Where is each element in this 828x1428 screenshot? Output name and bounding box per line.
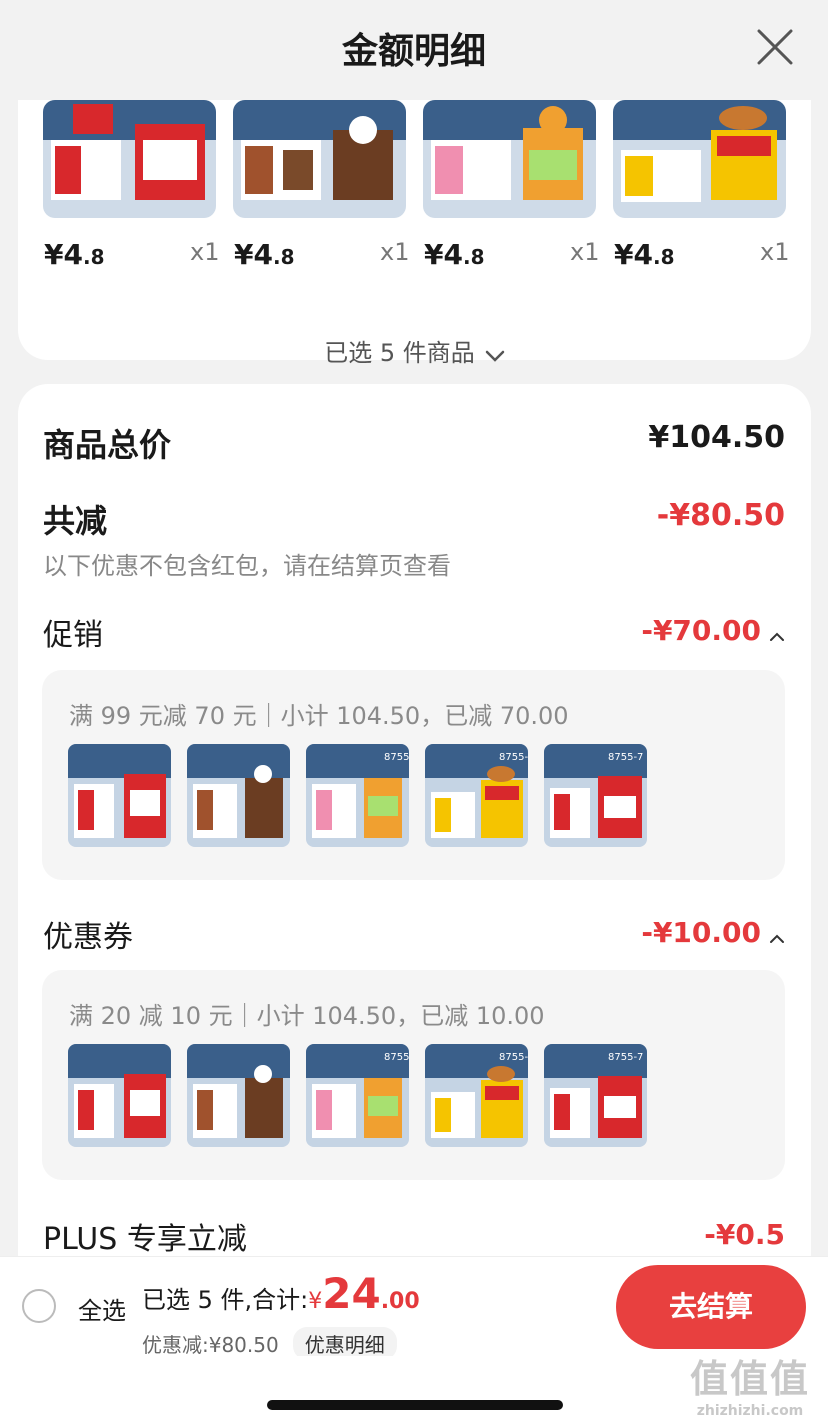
discount-amount: 优惠减:¥80.50	[142, 1333, 279, 1357]
chevron-up-icon	[769, 616, 785, 649]
watermark-url: zhizhizhi.com	[696, 1403, 804, 1419]
watermark-logo: 值值值	[689, 1357, 810, 1401]
product-code: 8755-7	[608, 1052, 643, 1063]
promotion-value: -¥70.00	[641, 614, 761, 647]
coupon-label: 优惠券	[43, 920, 133, 955]
selected-items-toggle[interactable]: 已选 5 件商品	[18, 333, 811, 368]
chevron-down-icon	[485, 340, 505, 368]
coupon-detail-box: 满 20 减 10 元｜小计 104.50，已减 10.00 8755-3 87…	[42, 970, 785, 1180]
product-code: 8755-2	[499, 1052, 528, 1063]
total-reduction-value: -¥80.50	[656, 498, 785, 533]
product-thumbnail[interactable]	[43, 100, 216, 218]
promo-product-thumbnail[interactable]: 8755-2	[425, 744, 528, 847]
product-code: 8755-3	[384, 1052, 409, 1063]
plus-discount-label: PLUS 专享立减	[43, 1222, 247, 1257]
product-thumbnail[interactable]	[423, 100, 596, 218]
product-code: 8755-3	[384, 752, 409, 763]
page-title: 金额明细	[341, 31, 486, 72]
checkout-button[interactable]: 去结算	[616, 1265, 806, 1349]
promotion-detail-box: 满 99 元减 70 元｜小计 104.50，已减 70.00 8755-3 8…	[42, 670, 785, 880]
watermark: 值值值 zhizhizhi.com	[680, 1348, 820, 1419]
promotion-toggle[interactable]: -¥70.00	[641, 614, 785, 649]
summary-prefix: 已选 5 件,合计:	[142, 1286, 309, 1314]
modal-header: 金额明细	[0, 0, 828, 100]
item-price: ¥4.8	[44, 238, 105, 271]
item-price: ¥4.8	[614, 238, 675, 271]
home-indicator[interactable]	[267, 1400, 563, 1410]
coupon-product-thumbnail[interactable]	[68, 1044, 171, 1147]
total-integer: 24	[322, 1269, 381, 1318]
close-icon[interactable]	[756, 28, 794, 66]
item-quantity: x1	[190, 238, 220, 266]
product-code: 8755-7	[608, 752, 643, 763]
discount-note: 以下优惠不包含红包，请在结算页查看	[43, 552, 451, 580]
product-thumbnail[interactable]	[613, 100, 786, 218]
coupon-product-thumbnail[interactable]	[187, 1044, 290, 1147]
order-summary: 已选 5 件,合计:¥24.00	[142, 1269, 420, 1318]
item-price: ¥4.8	[234, 238, 295, 271]
selected-items-label: 已选 5 件商品	[324, 339, 475, 367]
promo-product-thumbnail[interactable]	[68, 744, 171, 847]
coupon-detail-text: 满 20 减 10 元｜小计 104.50，已减 10.00	[69, 1002, 545, 1030]
total-price-label: 商品总价	[43, 426, 172, 464]
price-breakdown-card: 商品总价 ¥104.50 共减 -¥80.50 以下优惠不包含红包，请在结算页查…	[18, 384, 811, 1284]
promotion-detail-text: 满 99 元减 70 元｜小计 104.50，已减 70.00	[69, 702, 569, 730]
promotion-label: 促销	[43, 618, 103, 653]
item-quantity: x1	[380, 238, 410, 266]
coupon-product-thumbnail[interactable]: 8755-7	[544, 1044, 647, 1147]
item-quantity: x1	[760, 238, 790, 266]
coupon-value: -¥10.00	[641, 916, 761, 949]
coupon-product-thumbnail[interactable]: 8755-2	[425, 1044, 528, 1147]
total-reduction-label: 共减	[43, 502, 108, 540]
total-decimal: .00	[380, 1289, 420, 1314]
promo-product-thumbnail[interactable]	[187, 744, 290, 847]
select-all-label[interactable]: 全选	[78, 1291, 126, 1326]
promo-product-thumbnail[interactable]: 8755-3	[306, 744, 409, 847]
item-price: ¥4.8	[424, 238, 485, 271]
coupon-toggle[interactable]: -¥10.00	[641, 916, 785, 951]
plus-discount-value: -¥0.5	[704, 1218, 785, 1251]
checkout-bar: 全选 已选 5 件,合计:¥24.00 优惠减:¥80.50 优惠明细 去结算	[0, 1256, 828, 1360]
product-thumbnail[interactable]	[233, 100, 406, 218]
select-all-checkbox[interactable]	[22, 1289, 56, 1323]
chevron-up-icon	[769, 918, 785, 951]
total-currency: ¥	[308, 1289, 323, 1314]
product-code: 8755-2	[499, 752, 528, 763]
item-quantity: x1	[570, 238, 600, 266]
total-price-value: ¥104.50	[648, 420, 785, 455]
coupon-product-thumbnail[interactable]: 8755-3	[306, 1044, 409, 1147]
promo-product-thumbnail[interactable]: 8755-7	[544, 744, 647, 847]
